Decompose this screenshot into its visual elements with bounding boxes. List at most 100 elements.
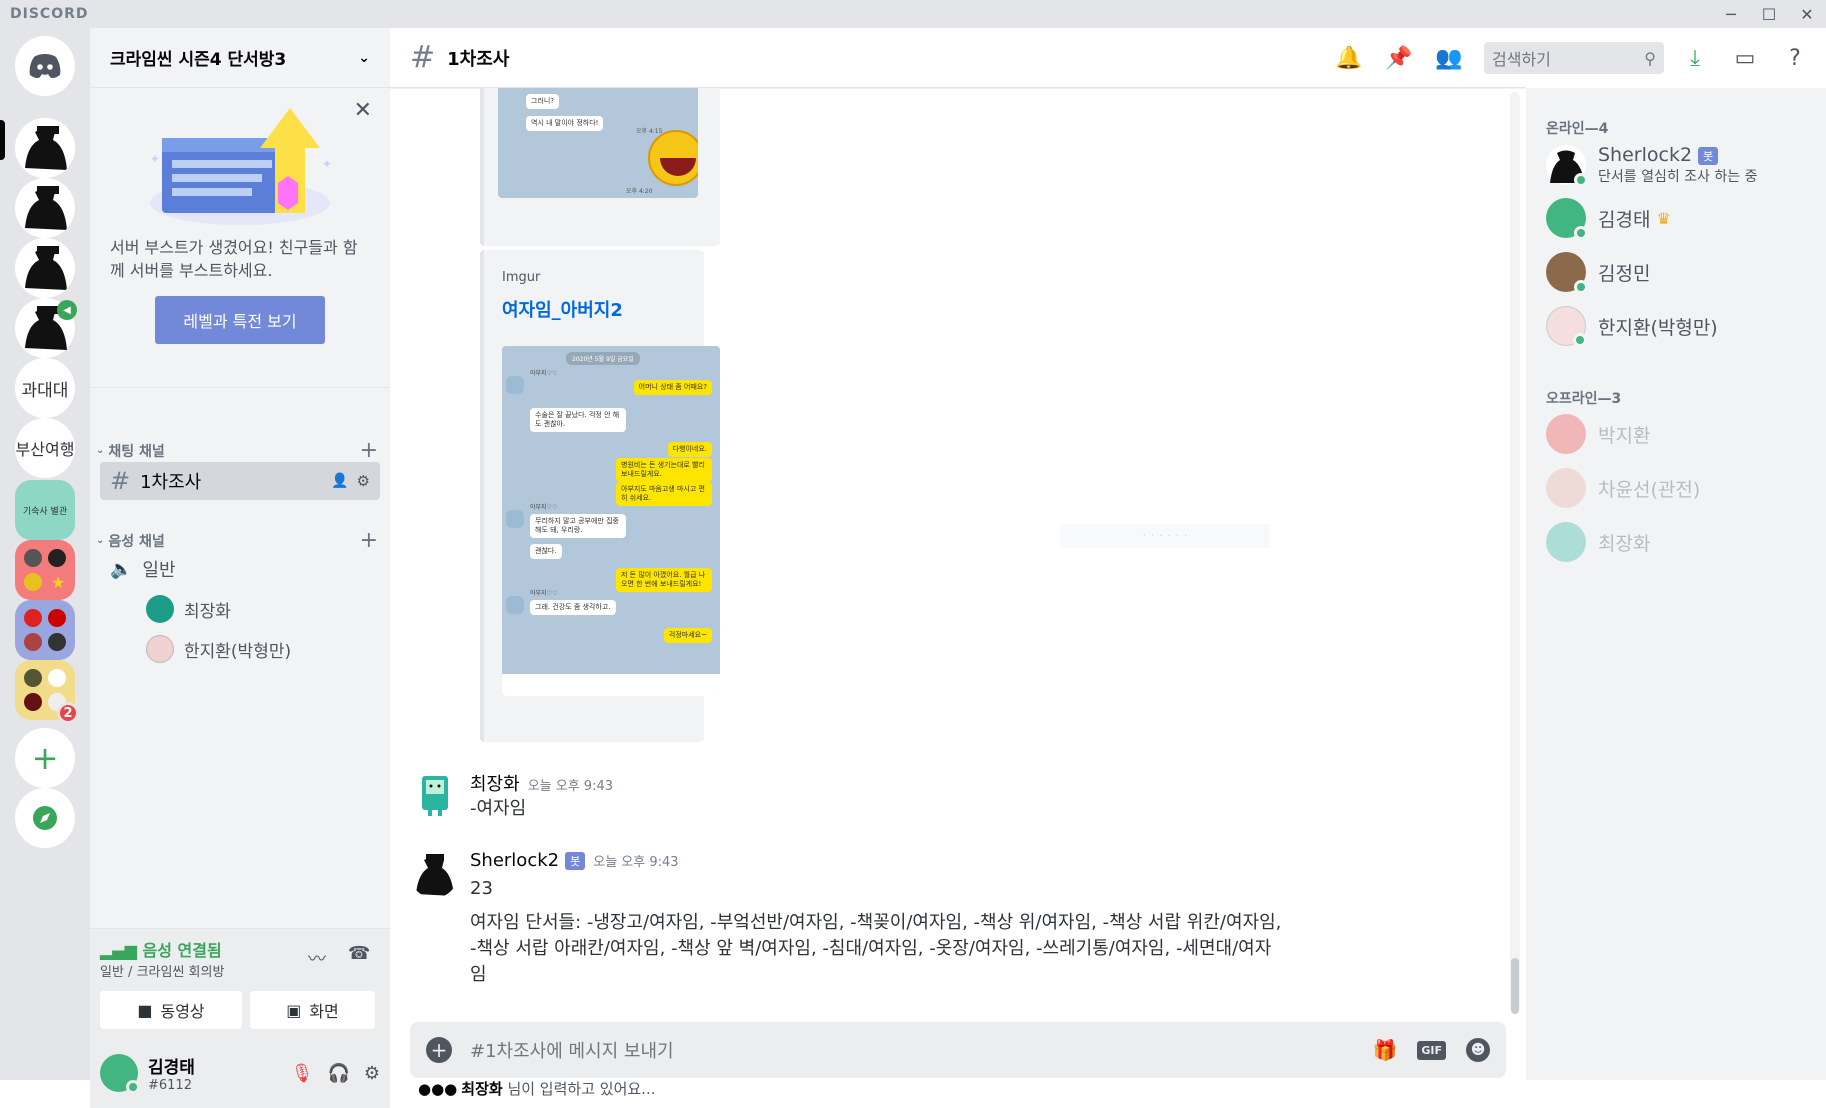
server-sherlock-2[interactable] [15, 178, 75, 238]
screen-icon: ▣ [286, 1000, 302, 1020]
typing-dots-icon: ●●● [418, 1080, 458, 1098]
mute-mic-icon[interactable]: 🎙 [291, 1063, 314, 1084]
category-text-channels[interactable]: ⌄ 채팅 채널 + [96, 438, 378, 463]
help-icon[interactable]: ? [1780, 43, 1810, 73]
member-item[interactable]: 박지환 [1546, 414, 1650, 454]
search-input[interactable]: 검색하기 ⚲ [1484, 42, 1664, 74]
header-toolbar: 🔔 📌 👥 검색하기 ⚲ ⤓ ▭ ? [1334, 28, 1826, 88]
server-sherlock-3[interactable] [15, 238, 75, 298]
add-channel-icon[interactable]: + [360, 438, 378, 463]
offline-header: 오프라인—3 [1546, 391, 1622, 407]
server-folder-yellow[interactable]: 2 [15, 660, 79, 724]
headphones-icon[interactable]: 🎧 [327, 1063, 349, 1084]
message-composer[interactable]: + #1차조사에 메시지 보내기 🎁 GIF ☻ [410, 1022, 1506, 1078]
avatar[interactable] [410, 770, 458, 818]
voice-status: ▂▄▆ 음성 연결됨 [100, 941, 222, 960]
server-folder-blue[interactable] [15, 600, 75, 660]
online-status [1574, 226, 1588, 240]
member-item[interactable]: 한지환(박형만) [1546, 306, 1718, 347]
emoji-icon[interactable]: ☻ [1466, 1038, 1490, 1062]
signal-icon: ▂▄▆ [100, 941, 137, 960]
avatar [1546, 252, 1588, 294]
search-icon: ⚲ [1644, 48, 1656, 68]
perks-button[interactable]: 레벨과 특전 보기 [155, 296, 325, 344]
server-busan-trip[interactable]: 부산여행 [15, 418, 75, 478]
avatar [1546, 145, 1588, 187]
gift-icon[interactable]: 🎁 [1372, 1038, 1397, 1062]
minimize-button[interactable]: ─ [1712, 0, 1750, 28]
kakao-sender: 아부지♡♡ [530, 504, 558, 511]
kakao-screenshot[interactable]: 2020년 5월 9일 금요일 어머니 상태 좀 어때요? 수술은 잘 끝났다. 걱… [502, 346, 720, 696]
close-window-button[interactable]: ✕ [1788, 0, 1826, 28]
message-line: 임 [470, 964, 487, 985]
server-sherlock-1[interactable] [15, 118, 75, 178]
member-item[interactable]: 김정민 [1546, 252, 1650, 294]
chat-bubble: 수술은 잘 끝났다. 걱정 안 해도 괜찮아. [530, 408, 626, 432]
invite-icon[interactable]: 👤 [331, 473, 348, 489]
message-line: -책상 서랍 아래칸/여자임, -책상 앞 벽/여자임, -침대/여자임, -옷… [470, 938, 1272, 959]
message-line: 23 [470, 878, 493, 899]
plus-icon: + [31, 739, 59, 777]
disconnect-icon[interactable]: ☎ [348, 943, 370, 964]
server-gwadaedae[interactable]: 과대대 [15, 358, 75, 418]
voice-user[interactable]: 한지환(박형만) [146, 635, 291, 663]
scrollbar-track[interactable] [1510, 92, 1520, 1014]
title-bar: DISCORD ─ ☐ ✕ [0, 0, 1826, 28]
scrollbar-thumb[interactable] [1511, 958, 1519, 1014]
avatar [146, 635, 174, 663]
voice-channel-general[interactable]: 🔈 일반 [100, 550, 380, 588]
message-author[interactable]: 최장화 오늘 오후 9:43 [470, 770, 613, 796]
avatar[interactable] [100, 1054, 140, 1094]
avatar [1546, 414, 1586, 454]
guild-name: 크라임씬 시즌4 단서방3 [110, 50, 287, 70]
members-icon[interactable]: 👥 [1434, 43, 1464, 73]
home-button[interactable] [15, 36, 75, 96]
noise-suppression-icon[interactable]: 〰 [308, 945, 326, 971]
bell-icon[interactable]: 🔔 [1334, 43, 1364, 73]
online-status [1574, 280, 1588, 294]
user-panel: 김경태 #6112 🎙 🎧 ⚙ [90, 1038, 390, 1108]
kakao-avatar [506, 510, 524, 528]
gear-icon[interactable]: ⚙ [357, 472, 370, 490]
user-settings-icon[interactable]: ⚙ [364, 1063, 380, 1084]
bot-tag: 봇 [1698, 146, 1719, 165]
member-item[interactable]: 최장화 [1546, 522, 1650, 562]
server-sherlock-4[interactable]: ◀ [15, 298, 77, 358]
avatar [1546, 306, 1587, 347]
svg-text:✦: ✦ [150, 152, 160, 166]
speaker-icon: ◀ [57, 300, 77, 320]
chat-bubble: 2020년 5월 9일 금요일 [566, 352, 640, 365]
server-folder-red[interactable]: ★ [15, 540, 75, 600]
add-server-button[interactable]: + [15, 728, 75, 788]
kakao-sender: 아부지♡♡ [530, 590, 558, 597]
embed-title-link[interactable]: 여자임_아버지2 [502, 296, 623, 322]
speaker-icon: 🔈 [110, 558, 133, 580]
online-header: 온라인—4 [1546, 121, 1609, 137]
channel-1chajosa[interactable]: # 1차조사 👤 ⚙ [100, 462, 380, 500]
video-button[interactable]: ■ 동영상 [100, 991, 242, 1029]
inbox-icon[interactable]: ▭ [1730, 43, 1760, 73]
upload-plus-icon[interactable]: + [426, 1037, 452, 1063]
member-item[interactable]: 차윤선(관전) [1546, 468, 1700, 508]
download-icon[interactable]: ⤓ [1680, 43, 1710, 73]
close-icon[interactable]: ✕ [354, 98, 372, 123]
guild-header[interactable]: 크라임씬 시즌4 단서방3 ⌄ [90, 28, 390, 88]
voice-user[interactable]: 최장화 [146, 595, 231, 623]
screen-share-button[interactable]: ▣ 화면 [250, 991, 375, 1029]
voice-location[interactable]: 일반 / 크라임씬 회의방 [100, 961, 224, 980]
member-item[interactable]: Sherlock2 봇 단서를 열심히 조사 하는 중 [1546, 144, 1757, 187]
kakao-screenshot[interactable]: 그러니? 역시 내 말이야 정하다! 오후 4:15 오후 4:20 [498, 88, 698, 198]
avatar[interactable] [410, 850, 458, 898]
member-item[interactable]: 김경태 ♛ [1546, 198, 1671, 240]
server-folder-dorm[interactable]: 기숙사 별관 [15, 480, 75, 540]
message-author[interactable]: Sherlock2 봇 오늘 오후 9:43 [470, 850, 679, 871]
folder-server-icons [24, 609, 66, 651]
explore-servers-button[interactable] [15, 788, 75, 848]
message-input[interactable]: #1차조사에 메시지 보내기 [470, 1037, 1372, 1063]
maximize-button[interactable]: ☐ [1750, 0, 1788, 28]
pin-icon[interactable]: 📌 [1384, 43, 1414, 73]
gif-button[interactable]: GIF [1417, 1040, 1446, 1060]
chat-bubble: 괜찮다. [530, 544, 562, 559]
online-status [1574, 173, 1588, 187]
imgur-embed: Imgur 여자임_아버지2 2020년 5월 9일 금요일 어머니 상태 좀 어… [480, 250, 720, 742]
